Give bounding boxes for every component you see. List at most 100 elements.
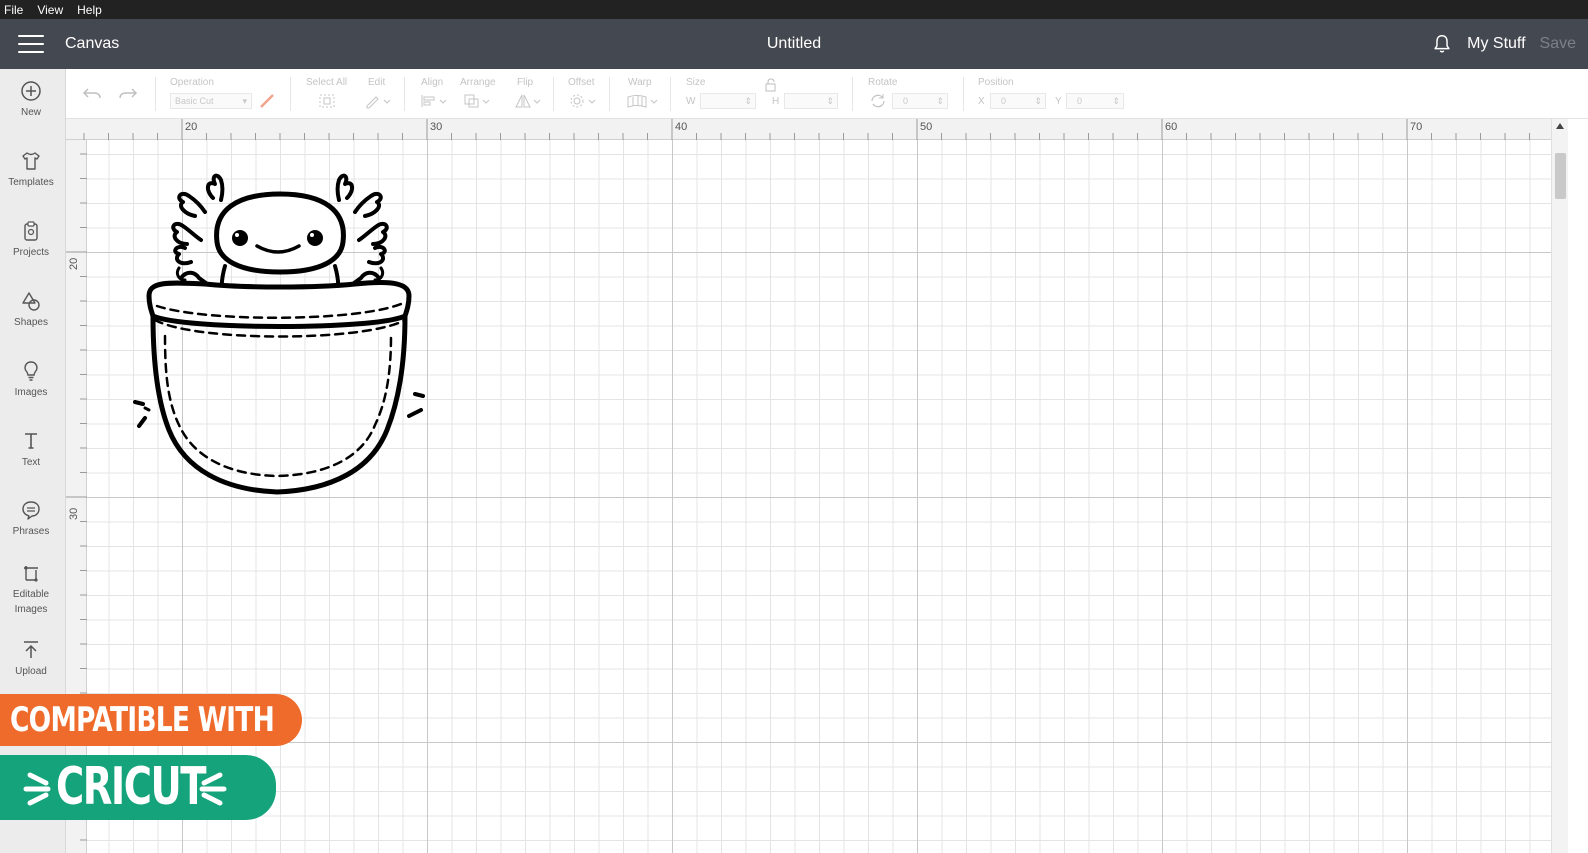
save-button[interactable]: Save bbox=[1540, 35, 1576, 53]
chevron-down-icon: ▾ bbox=[242, 96, 247, 106]
ruler-number: 40 bbox=[675, 121, 688, 133]
rotate-input[interactable]: 0 ⇕ bbox=[892, 93, 948, 109]
document-title[interactable]: Untitled bbox=[767, 35, 821, 52]
spinner-icon: ⇕ bbox=[1112, 96, 1120, 106]
arrange-icon[interactable] bbox=[462, 93, 492, 109]
sidebar-item-label: Editable Images bbox=[12, 589, 50, 615]
spinner-icon: ⇕ bbox=[826, 96, 834, 106]
sidebar-item-text[interactable]: Text bbox=[0, 430, 62, 470]
notifications-bell-icon[interactable] bbox=[1431, 33, 1453, 55]
sidebar-item-label: Text bbox=[21, 457, 41, 468]
hamburger-menu-icon[interactable] bbox=[18, 35, 44, 53]
flip-label: Flip bbox=[517, 77, 534, 88]
select-all-label: Select All bbox=[306, 77, 348, 88]
undo-icon[interactable] bbox=[82, 86, 102, 102]
warp-icon[interactable] bbox=[626, 93, 660, 109]
position-x-input[interactable]: 0 ⇕ bbox=[990, 93, 1046, 109]
scroll-thumb[interactable] bbox=[1555, 153, 1566, 199]
ruler-number: 20 bbox=[68, 257, 80, 270]
sidebar-item-label: Phrases bbox=[12, 526, 50, 537]
align-icon[interactable] bbox=[419, 93, 449, 109]
operation-label: Operation bbox=[170, 77, 214, 88]
app-header: Canvas Untitled My Stuff Save bbox=[0, 19, 1588, 69]
position-y-value: 0 bbox=[1077, 96, 1083, 106]
offset-label: Offset bbox=[568, 77, 595, 88]
tshirt-icon bbox=[22, 152, 40, 170]
compatible-with-text: COMPATIBLE WITH bbox=[10, 700, 275, 740]
shapes-icon bbox=[22, 292, 40, 311]
sparkle-right-icon bbox=[199, 772, 227, 806]
spinner-icon: ⇕ bbox=[1034, 96, 1042, 106]
my-stuff-link[interactable]: My Stuff bbox=[1467, 35, 1525, 53]
sidebar-item-new[interactable]: New bbox=[0, 80, 62, 120]
sidebar-item-upload[interactable]: Upload bbox=[0, 639, 62, 679]
sidebar-item-label: New bbox=[20, 107, 41, 118]
redo-icon[interactable] bbox=[118, 86, 138, 102]
design-space-window: File View Help Canvas Untitled My Stuff … bbox=[0, 0, 1588, 853]
sparkle-left-icon bbox=[23, 772, 51, 806]
sidebar-item-editable-images[interactable]: Editable Images bbox=[0, 562, 62, 617]
edit-pencil-icon[interactable] bbox=[364, 93, 392, 109]
ruler-number: 20 bbox=[185, 121, 198, 133]
offset-icon[interactable] bbox=[568, 93, 598, 109]
menu-bar: File View Help bbox=[0, 0, 1588, 19]
width-input[interactable]: ⇕ bbox=[700, 93, 756, 109]
position-x-value: 0 bbox=[1001, 96, 1007, 106]
warp-label: Warp bbox=[628, 77, 652, 88]
size-label: Size bbox=[686, 77, 706, 88]
ruler-number: 70 bbox=[1410, 121, 1423, 133]
app-name: Canvas bbox=[65, 35, 120, 52]
edit-toolbar: Operation Basic Cut ▾ Select All Edit Al… bbox=[66, 69, 1588, 119]
text-icon bbox=[25, 433, 37, 449]
vertical-scrollbar[interactable] bbox=[1551, 119, 1568, 853]
flip-icon[interactable] bbox=[513, 93, 543, 109]
position-x-label: X bbox=[978, 96, 985, 107]
sidebar-item-label: Upload bbox=[15, 666, 47, 677]
editable-image-icon bbox=[24, 566, 38, 582]
position-label: Position bbox=[978, 77, 1014, 88]
speech-bubble-icon bbox=[22, 501, 40, 520]
cricut-text: CRICUT bbox=[56, 757, 207, 817]
axolotl-pocket-design[interactable] bbox=[125, 170, 435, 510]
compatible-with-badge: COMPATIBLE WITH bbox=[0, 694, 302, 746]
sidebar-item-templates[interactable]: Templates bbox=[0, 150, 62, 190]
sidebar-item-label: Shapes bbox=[14, 317, 48, 328]
menu-view[interactable]: View bbox=[37, 3, 63, 17]
clipboard-icon bbox=[24, 221, 38, 241]
lightbulb-icon bbox=[24, 361, 38, 381]
sidebar-item-phrases[interactable]: Phrases bbox=[0, 499, 62, 539]
menu-help[interactable]: Help bbox=[77, 3, 102, 17]
menu-file[interactable]: File bbox=[4, 3, 23, 17]
rotate-icon[interactable] bbox=[869, 93, 887, 109]
sidebar-item-projects[interactable]: Projects bbox=[0, 220, 62, 260]
operation-value: Basic Cut bbox=[175, 96, 214, 106]
ruler-number: 30 bbox=[68, 507, 80, 520]
rotate-label: Rotate bbox=[868, 77, 898, 88]
spinner-icon: ⇕ bbox=[744, 96, 752, 106]
spinner-icon: ⇕ bbox=[936, 96, 944, 106]
rotate-value: 0 bbox=[903, 96, 909, 106]
ruler-vertical: 20 30 bbox=[66, 140, 87, 853]
height-input[interactable]: ⇕ bbox=[784, 93, 838, 109]
position-y-input[interactable]: 0 ⇕ bbox=[1066, 93, 1124, 109]
arrange-label: Arrange bbox=[460, 77, 496, 88]
ruler-number: 30 bbox=[430, 121, 443, 133]
sidebar-item-label: Images bbox=[14, 387, 48, 398]
sidebar-item-label: Templates bbox=[8, 177, 54, 188]
linetype-color-swatch[interactable] bbox=[258, 92, 276, 110]
lock-icon[interactable] bbox=[764, 78, 778, 92]
scroll-up-arrow-icon[interactable] bbox=[1556, 123, 1564, 129]
sidebar-item-images[interactable]: Images bbox=[0, 360, 62, 400]
align-label: Align bbox=[421, 77, 444, 88]
cricut-badge: CRICUT bbox=[0, 755, 276, 820]
position-y-label: Y bbox=[1055, 96, 1062, 107]
sidebar-item-shapes[interactable]: Shapes bbox=[0, 290, 62, 330]
operation-select[interactable]: Basic Cut ▾ bbox=[170, 93, 252, 109]
select-all-icon[interactable] bbox=[318, 93, 336, 109]
ruler-horizontal: 20 30 40 50 60 70 bbox=[66, 119, 1551, 140]
sidebar-item-label: Projects bbox=[12, 247, 50, 258]
size-w-label: W bbox=[686, 96, 696, 107]
upload-icon bbox=[24, 641, 38, 658]
plus-circle-icon bbox=[21, 81, 41, 101]
edit-label: Edit bbox=[368, 77, 386, 88]
